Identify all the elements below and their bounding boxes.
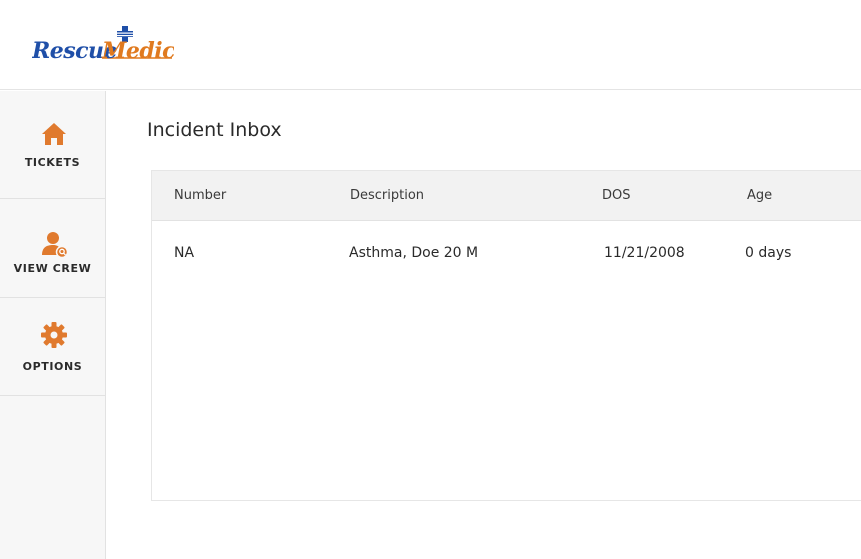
- column-header-number[interactable]: Number: [174, 188, 226, 203]
- gear-icon: [40, 321, 67, 348]
- cell-description: Asthma, Doe 20 M: [349, 245, 479, 261]
- sidebar-item-options[interactable]: OPTIONS: [0, 298, 105, 396]
- table-header: Number Description DOS Age: [152, 171, 861, 221]
- sidebar-item-label: OPTIONS: [22, 360, 83, 373]
- table-row[interactable]: NA Asthma, Doe 20 M 11/21/2008 0 days: [152, 221, 861, 285]
- cell-number: NA: [174, 245, 195, 261]
- home-icon: [41, 121, 67, 147]
- logo-graphic: Rescue Medic: [32, 26, 174, 64]
- sidebar-nav: TICKETS VIEW CREW OPTIONS: [0, 91, 106, 559]
- logo-text-medic: Medic: [101, 38, 174, 64]
- cell-age: 0 days: [745, 245, 792, 261]
- sidebar-item-tickets[interactable]: TICKETS: [0, 91, 105, 199]
- column-header-description[interactable]: Description: [350, 188, 424, 203]
- cell-dos: 11/21/2008: [604, 245, 685, 261]
- sidebar-item-label: TICKETS: [24, 156, 81, 169]
- column-header-age[interactable]: Age: [747, 188, 772, 203]
- incident-table: Number Description DOS Age NA Asthma, Do…: [151, 170, 861, 501]
- column-header-dos[interactable]: DOS: [602, 188, 631, 203]
- app-header: Rescue Medic: [0, 0, 861, 90]
- rescuemedic-logo[interactable]: Rescue Medic: [32, 24, 174, 64]
- main-content: Incident Inbox Number Description DOS Ag…: [107, 91, 861, 559]
- sidebar-item-view-crew[interactable]: VIEW CREW: [0, 199, 105, 298]
- user-search-icon: [42, 231, 69, 259]
- sidebar-item-label: VIEW CREW: [13, 262, 92, 275]
- page-title: Incident Inbox: [147, 119, 282, 141]
